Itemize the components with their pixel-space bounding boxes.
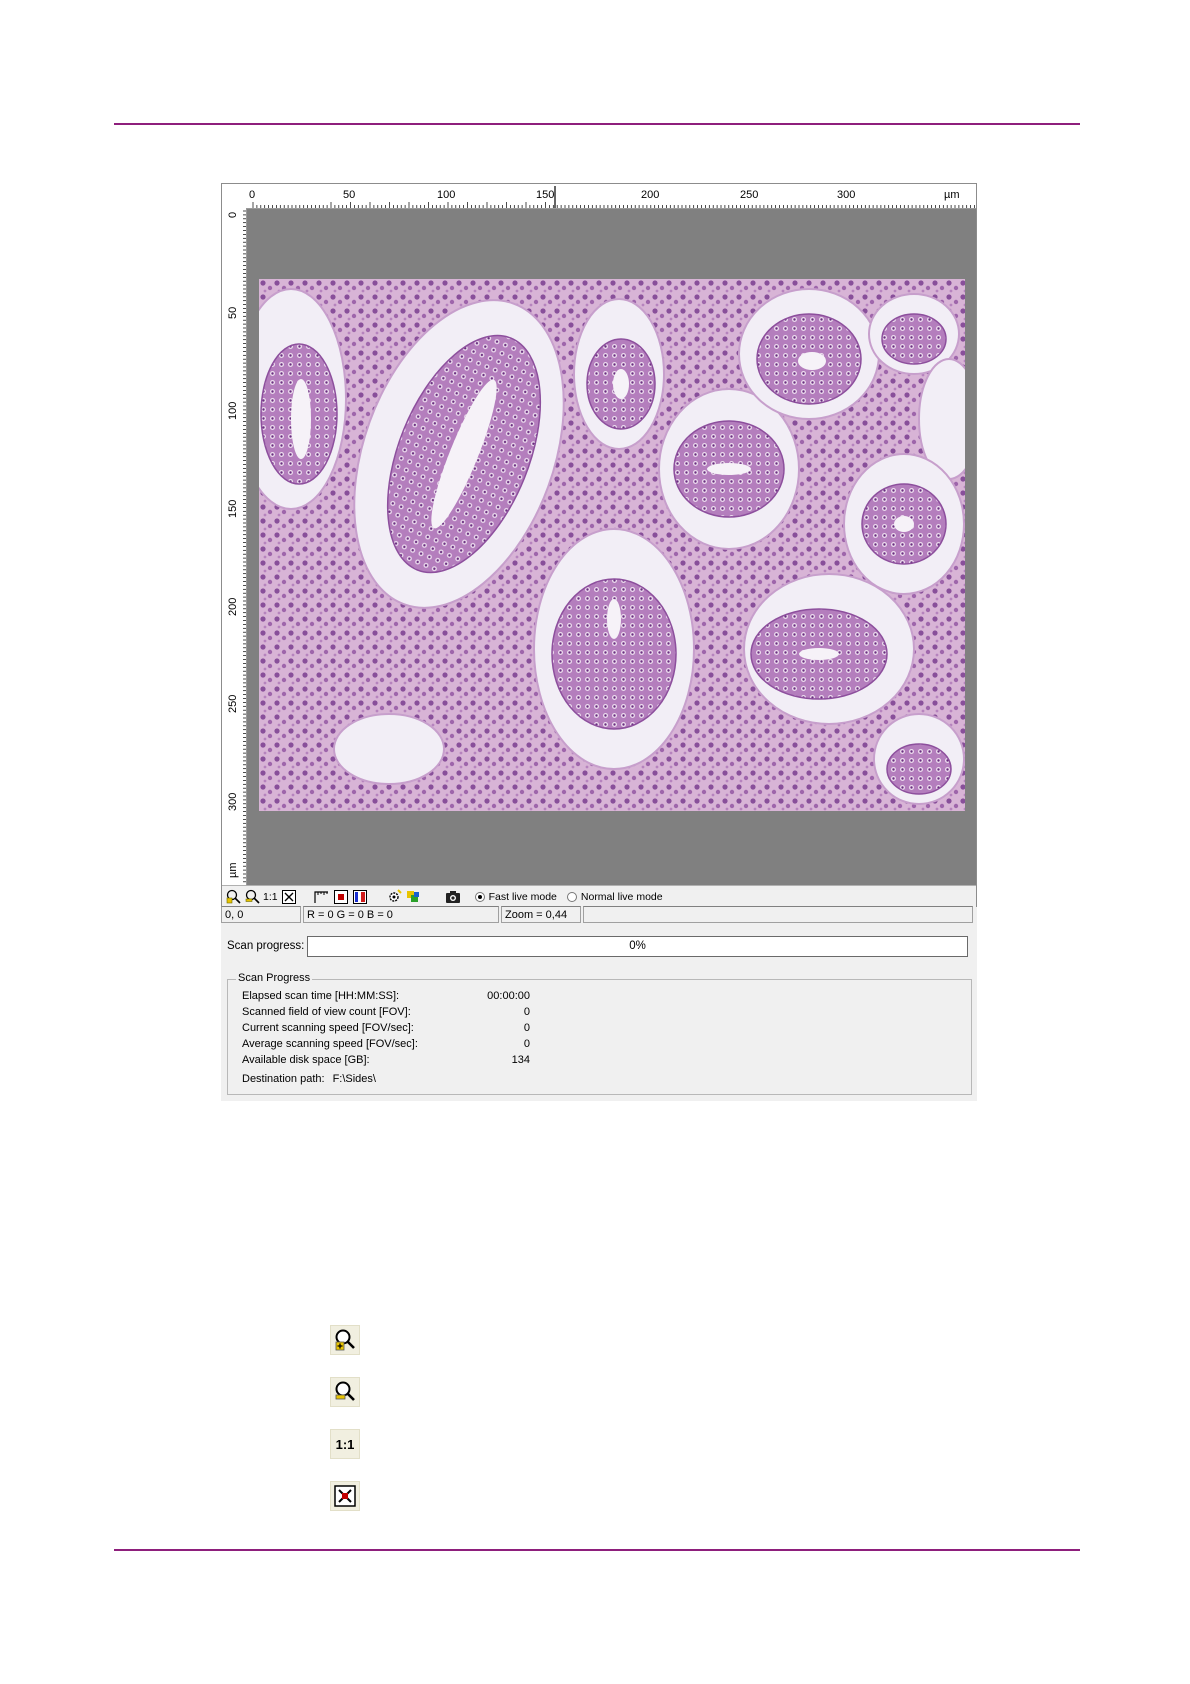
stat-average-speed: Average scanning speed [FOV/sec]: 0 — [242, 1038, 532, 1050]
fast-live-mode-radio[interactable] — [474, 891, 485, 902]
ruler-v-label-250: 250 — [227, 694, 239, 713]
tissue-drawing — [247, 279, 976, 811]
ruler-v-label-0: 0 — [227, 211, 239, 218]
ruler-v-label-150: 150 — [227, 499, 239, 518]
fast-live-mode-label[interactable]: Fast live mode — [489, 891, 557, 903]
ruler-v-unit: µm — [227, 862, 239, 878]
ruler-v-label-50: 50 — [227, 306, 239, 319]
ruler-v-label-100: 100 — [227, 401, 239, 420]
scan-progress-bar: 0% — [307, 936, 968, 957]
zoom-out-icon[interactable] — [244, 889, 260, 905]
ruler-v-label-200: 200 — [227, 597, 239, 616]
ruler-corner — [222, 184, 246, 208]
normal-live-mode-radio[interactable] — [566, 891, 577, 902]
stat-value: 00:00:00 — [487, 990, 530, 1002]
ruler-h-label-150: 150 — [536, 189, 555, 201]
scan-progress-percent: 0% — [629, 940, 646, 952]
scan-progress-row: Scan progress: 0% — [227, 934, 971, 960]
status-coords: 0, 0 — [221, 906, 301, 923]
stat-label: Current scanning speed [FOV/sec]: — [242, 1022, 414, 1034]
tissue-image — [247, 279, 976, 811]
stat-value: 134 — [511, 1054, 530, 1066]
legend-one-to-one-icon: 1:1 — [330, 1429, 360, 1459]
ruler-h-label-50: 50 — [343, 189, 356, 201]
viewer-toolbar: 1:1 Fast live mode Normal live mode — [222, 885, 976, 907]
status-bar: 0, 0 R = 0 G = 0 B = 0 Zoom = 0,44 — [221, 906, 977, 926]
legend-fit-to-window-icon — [330, 1481, 360, 1511]
header-rule — [114, 123, 1080, 125]
one-to-one-button[interactable]: 1:1 — [263, 891, 278, 903]
legend-zoom-out-icon — [330, 1377, 360, 1407]
fit-to-window-icon[interactable] — [281, 889, 297, 905]
color-frame-icon[interactable] — [333, 889, 349, 905]
ruler-h-unit: µm — [944, 189, 960, 201]
ruler-vertical: 0 50 100 150 200 250 300 µm — [222, 208, 247, 906]
camera-icon[interactable] — [445, 889, 461, 905]
color-channels-icon[interactable] — [352, 889, 368, 905]
footer-rule — [114, 1549, 1080, 1551]
normal-live-mode-label[interactable]: Normal live mode — [581, 891, 663, 903]
stat-label: Scanned field of view count [FOV]: — [242, 1006, 411, 1018]
ruler-h-label-200: 200 — [641, 189, 660, 201]
stat-fov-count: Scanned field of view count [FOV]: 0 — [242, 1006, 532, 1018]
stat-elapsed-time: Elapsed scan time [HH:MM:SS]: 00:00:00 — [242, 990, 532, 1002]
ruler-horizontal-ticks — [252, 186, 975, 208]
stat-current-speed: Current scanning speed [FOV/sec]: 0 — [242, 1022, 532, 1034]
stat-label: Available disk space [GB]: — [242, 1054, 370, 1066]
destination-path: Destination path: F:\Sides\ — [242, 1073, 376, 1085]
scanner-window: 0 50 100 150 200 250 300 µm 0 50 100 150… — [221, 183, 977, 1101]
scan-progress-label: Scan progress: — [227, 940, 305, 952]
ruler-horizontal: 0 50 100 150 200 250 300 µm — [246, 184, 976, 209]
status-empty — [583, 906, 973, 923]
scan-progress-group-title: Scan Progress — [236, 972, 313, 984]
scan-progress-group: Scan Progress Elapsed scan time [HH:MM:S… — [227, 972, 972, 1095]
stat-label: Average scanning speed [FOV/sec]: — [242, 1038, 418, 1050]
status-zoom: Zoom = 0,44 — [501, 906, 581, 923]
legend-zoom-in-icon — [330, 1325, 360, 1355]
ruler-v-label-300: 300 — [227, 792, 239, 811]
ruler-icon[interactable] — [314, 889, 330, 905]
color-balance-icon[interactable] — [406, 889, 422, 905]
zoom-in-icon[interactable] — [225, 889, 241, 905]
stat-value: 0 — [523, 1006, 530, 1018]
ruler-h-label-100: 100 — [437, 189, 456, 201]
image-viewer: 0 50 100 150 200 250 300 µm 0 50 100 150… — [221, 183, 977, 907]
legend-one-to-one-text: 1:1 — [335, 1436, 355, 1452]
stat-disk-space: Available disk space [GB]: 134 — [242, 1054, 532, 1066]
status-rgb: R = 0 G = 0 B = 0 — [303, 906, 499, 923]
stat-value: 0 — [523, 1038, 530, 1050]
ruler-h-label-250: 250 — [740, 189, 759, 201]
destination-label: Destination path: — [242, 1073, 325, 1085]
live-image-canvas[interactable] — [247, 209, 976, 906]
stat-label: Elapsed scan time [HH:MM:SS]: — [242, 990, 400, 1002]
stat-value: 0 — [523, 1022, 530, 1034]
ruler-h-label-300: 300 — [837, 189, 856, 201]
ruler-h-label-0: 0 — [249, 189, 256, 201]
destination-value: F:\Sides\ — [332, 1073, 376, 1085]
settings-icon[interactable] — [387, 889, 403, 905]
